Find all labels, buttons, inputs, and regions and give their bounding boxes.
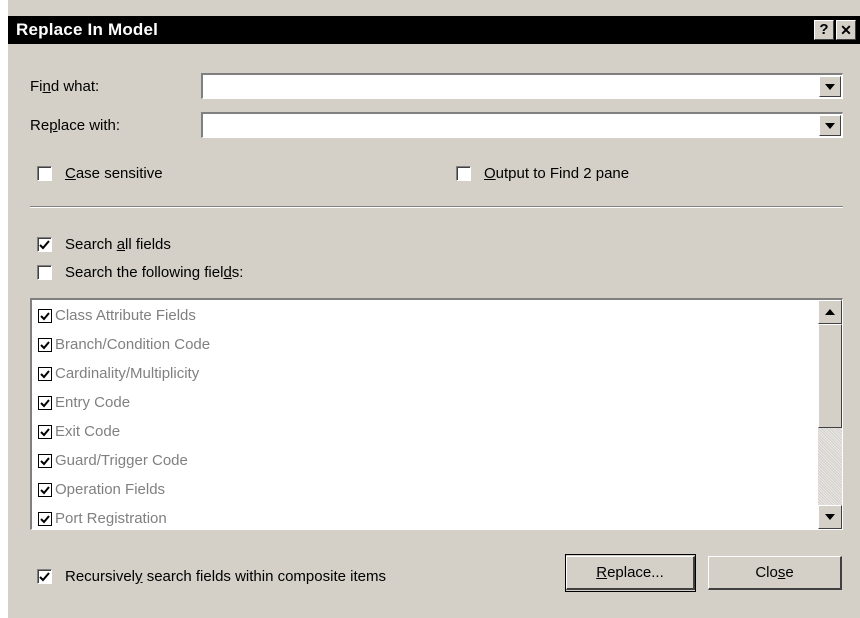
replace-with-dropdown-button[interactable] [819, 115, 841, 136]
list-checkbox[interactable] [38, 425, 52, 439]
dialog-frame [0, 0, 8, 618]
search-all-checkbox[interactable] [37, 237, 52, 252]
case-sensitive-label[interactable]: Case sensitive [65, 165, 163, 182]
replace-button[interactable]: Replace... [566, 556, 695, 590]
checkmark-icon [40, 398, 50, 407]
list-checkbox[interactable] [38, 367, 52, 381]
list-checkbox[interactable] [38, 396, 52, 410]
search-following-checkbox[interactable] [37, 265, 52, 280]
triangle-down-icon [825, 122, 835, 129]
checkmark-icon [40, 340, 50, 349]
find-what-dropdown-button[interactable] [819, 76, 841, 97]
triangle-down-icon [825, 83, 835, 90]
checkmark-icon [39, 571, 50, 581]
fields-listbox[interactable]: Class Attribute Fields Branch/Condition … [30, 298, 843, 530]
checkmark-icon [40, 427, 50, 436]
case-sensitive-checkbox[interactable] [37, 166, 52, 181]
replace-in-model-dialog: Replace In Model ? ✕ Find what: Replace … [0, 0, 860, 618]
vertical-scrollbar[interactable] [818, 300, 842, 529]
checkmark-icon [40, 485, 50, 494]
scroll-down-button[interactable] [818, 505, 842, 529]
scroll-up-button[interactable] [818, 300, 842, 324]
output-find2-label[interactable]: Output to Find 2 pane [484, 165, 629, 182]
search-all-label[interactable]: Search all fields [65, 236, 171, 253]
list-checkbox[interactable] [38, 483, 52, 497]
close-button[interactable]: Clo s e [708, 556, 842, 590]
find-what-label: Find what: [30, 78, 100, 95]
find-what-input[interactable] [205, 76, 818, 96]
replace-with-input[interactable] [205, 115, 818, 135]
help-button[interactable]: ? [814, 20, 834, 40]
replace-with-label: Replace with: [30, 117, 121, 134]
list-checkbox[interactable] [38, 512, 52, 526]
output-find2-checkbox[interactable] [456, 166, 471, 181]
scrollbar-thumb[interactable] [818, 324, 842, 428]
recursive-search-label[interactable]: Recursively search fields within composi… [65, 568, 386, 585]
title-bar[interactable]: Replace In Model ? ✕ [8, 16, 860, 44]
recursive-search-checkbox[interactable] [37, 569, 52, 584]
checkmark-icon [40, 311, 50, 320]
checkmark-icon [40, 456, 50, 465]
find-what-combobox[interactable] [201, 73, 843, 99]
list-checkbox[interactable] [38, 309, 52, 323]
separator [30, 206, 843, 208]
checkmark-icon [39, 239, 50, 249]
dialog-title: Replace In Model [16, 20, 159, 39]
replace-with-combobox[interactable] [201, 112, 843, 138]
checkmark-icon [40, 369, 50, 378]
list-checkbox[interactable] [38, 454, 52, 468]
checkmark-icon [40, 514, 50, 523]
search-following-label[interactable]: Search the following fields: [65, 264, 243, 281]
close-icon[interactable]: ✕ [836, 20, 856, 40]
triangle-down-icon [825, 514, 835, 520]
triangle-up-icon [825, 309, 835, 315]
list-checkbox[interactable] [38, 338, 52, 352]
